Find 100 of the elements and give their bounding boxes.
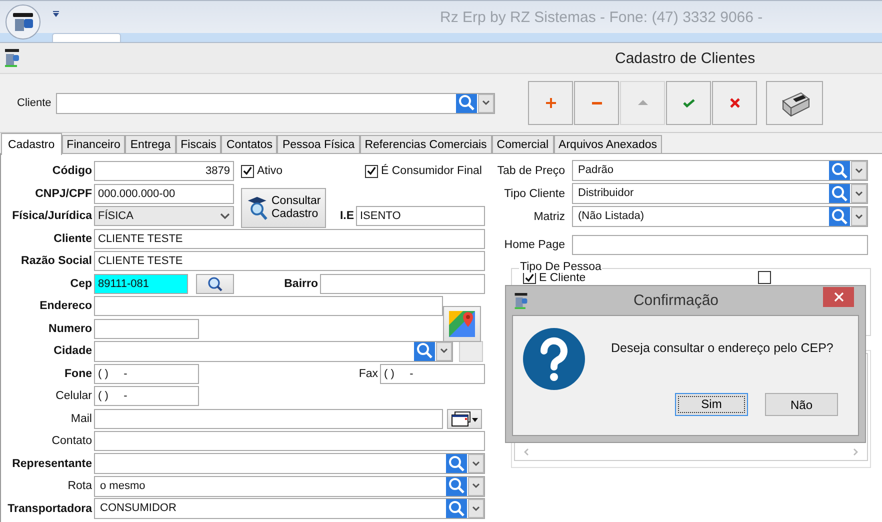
field-label: Numero [48,322,93,335]
input-field[interactable] [94,408,443,429]
field-label: Celular [54,390,93,402]
tab[interactable]: Fiscais [176,135,222,153]
quick-access-icon[interactable] [52,10,60,18]
checkbox[interactable] [241,164,254,178]
field-label: Representante [11,458,93,470]
input-field[interactable] [94,431,485,452]
state-field[interactable] [459,340,483,362]
input-field[interactable]: 3879 [94,161,234,182]
app-icon [3,48,21,68]
chevron-down-icon [472,506,480,512]
magnifier-icon [246,195,270,221]
search-button[interactable] [196,274,234,294]
tab[interactable]: Comercial [492,135,554,153]
field-label: Tab de Preço [496,164,565,176]
search-label: Cliente [17,97,52,109]
input-field[interactable]: CLIENTE TESTE [94,251,485,272]
search-button[interactable] [829,161,850,180]
field-label: Matriz [532,210,565,222]
dropdown-button[interactable] [851,184,867,203]
close-button[interactable] [823,286,854,306]
checkbox[interactable] [758,271,771,284]
dropdown-button[interactable] [851,161,867,180]
input-field[interactable]: CLIENTE TESTE [94,228,485,249]
tab[interactable]: Contatos [221,135,278,153]
print-button[interactable] [766,81,823,125]
chevron-down-icon [855,168,863,174]
check-icon [682,97,694,109]
tab[interactable]: Financeiro [62,135,126,153]
combo-field[interactable]: (Não Listada) [572,206,868,227]
email-button[interactable] [447,408,482,429]
input-field[interactable] [94,318,199,339]
dialog-title: Confirmação [632,292,720,309]
tab[interactable]: Arquivos Anexados [554,135,662,153]
dropdown-button[interactable] [478,94,494,112]
tab[interactable]: Pessoa Física [277,135,360,153]
group-title: Tipo De Pessoa [519,261,602,273]
dialog-button[interactable]: Não [765,393,838,416]
field-label: Rota [66,480,93,492]
search-button[interactable] [414,342,435,361]
dropdown-button[interactable] [436,342,452,361]
field-label: I.E [338,210,355,222]
select-field[interactable]: FÍSICA [94,206,234,226]
search-button[interactable] [456,94,477,112]
combo-field[interactable]: o mesmo [94,476,485,497]
dialog-button[interactable]: Sim [675,393,748,416]
input-field[interactable] [94,296,443,316]
tab[interactable]: Referencias Comerciais [360,135,492,153]
input-field[interactable]: 89111-081 [94,274,188,294]
cancel-button[interactable] [712,81,757,125]
field-label: Transportadora [6,502,93,515]
input-field[interactable] [320,274,485,294]
x-icon [728,97,740,109]
chevron-down-icon [855,190,863,196]
chevron-down-icon [482,100,490,106]
form-title: Cadastro de Clientes [615,50,756,66]
combo-field[interactable]: Padrão [572,160,868,181]
chevron-down-icon [440,348,448,354]
input-field[interactable]: ( ) - [380,364,485,384]
field-label: Endereco [38,300,93,312]
consult-button[interactable]: Consultar Cadastro [241,188,326,228]
tab[interactable]: Cadastro [1,133,62,155]
dialog-message: Deseja consultar o endereço pelo CEP? [611,341,834,355]
field-label: Cidade [52,345,93,358]
search-button[interactable] [829,184,850,203]
combo-field[interactable]: Distribuidor [572,183,868,204]
input-field[interactable] [572,234,868,254]
search-button[interactable] [446,454,467,474]
chevron-down-icon [855,214,863,220]
field-label: Home Page [503,238,565,250]
combo-field[interactable]: CONSUMIDOR [94,498,485,520]
input-field[interactable]: ( ) - [94,364,199,384]
search-button[interactable] [829,207,850,226]
dropdown-button[interactable] [468,454,484,474]
input-field[interactable]: ISENTO [356,206,485,226]
question-icon [522,327,586,391]
dropdown-button[interactable] [851,207,867,226]
tab[interactable]: Entrega [125,135,176,153]
chevron-down-icon [220,212,230,220]
field-label: Cep [69,278,93,290]
field-label: Bairro [283,278,319,290]
search-button[interactable] [446,476,467,496]
combo-field[interactable] [94,453,485,474]
input-field[interactable]: ( ) - [94,386,199,406]
client-search-field[interactable] [56,92,495,114]
field-label: Fax [358,368,379,380]
combo-field[interactable] [94,340,453,362]
map-button[interactable] [443,306,481,342]
dropdown-button[interactable] [468,476,484,496]
plus-icon [544,97,556,109]
field-label: Razão Social [20,255,93,268]
input-field[interactable]: 000.000.000-00 [94,184,234,204]
window-title: Rz Erp by RZ Sistemas - Fone: (47) 3332 9066 - [440,8,763,26]
field-label: Cliente [52,232,93,245]
dropdown-button[interactable] [468,499,484,518]
close-icon [834,292,844,302]
search-button[interactable] [446,499,467,518]
checkbox[interactable] [365,164,378,178]
field-label: Contato [50,435,93,448]
